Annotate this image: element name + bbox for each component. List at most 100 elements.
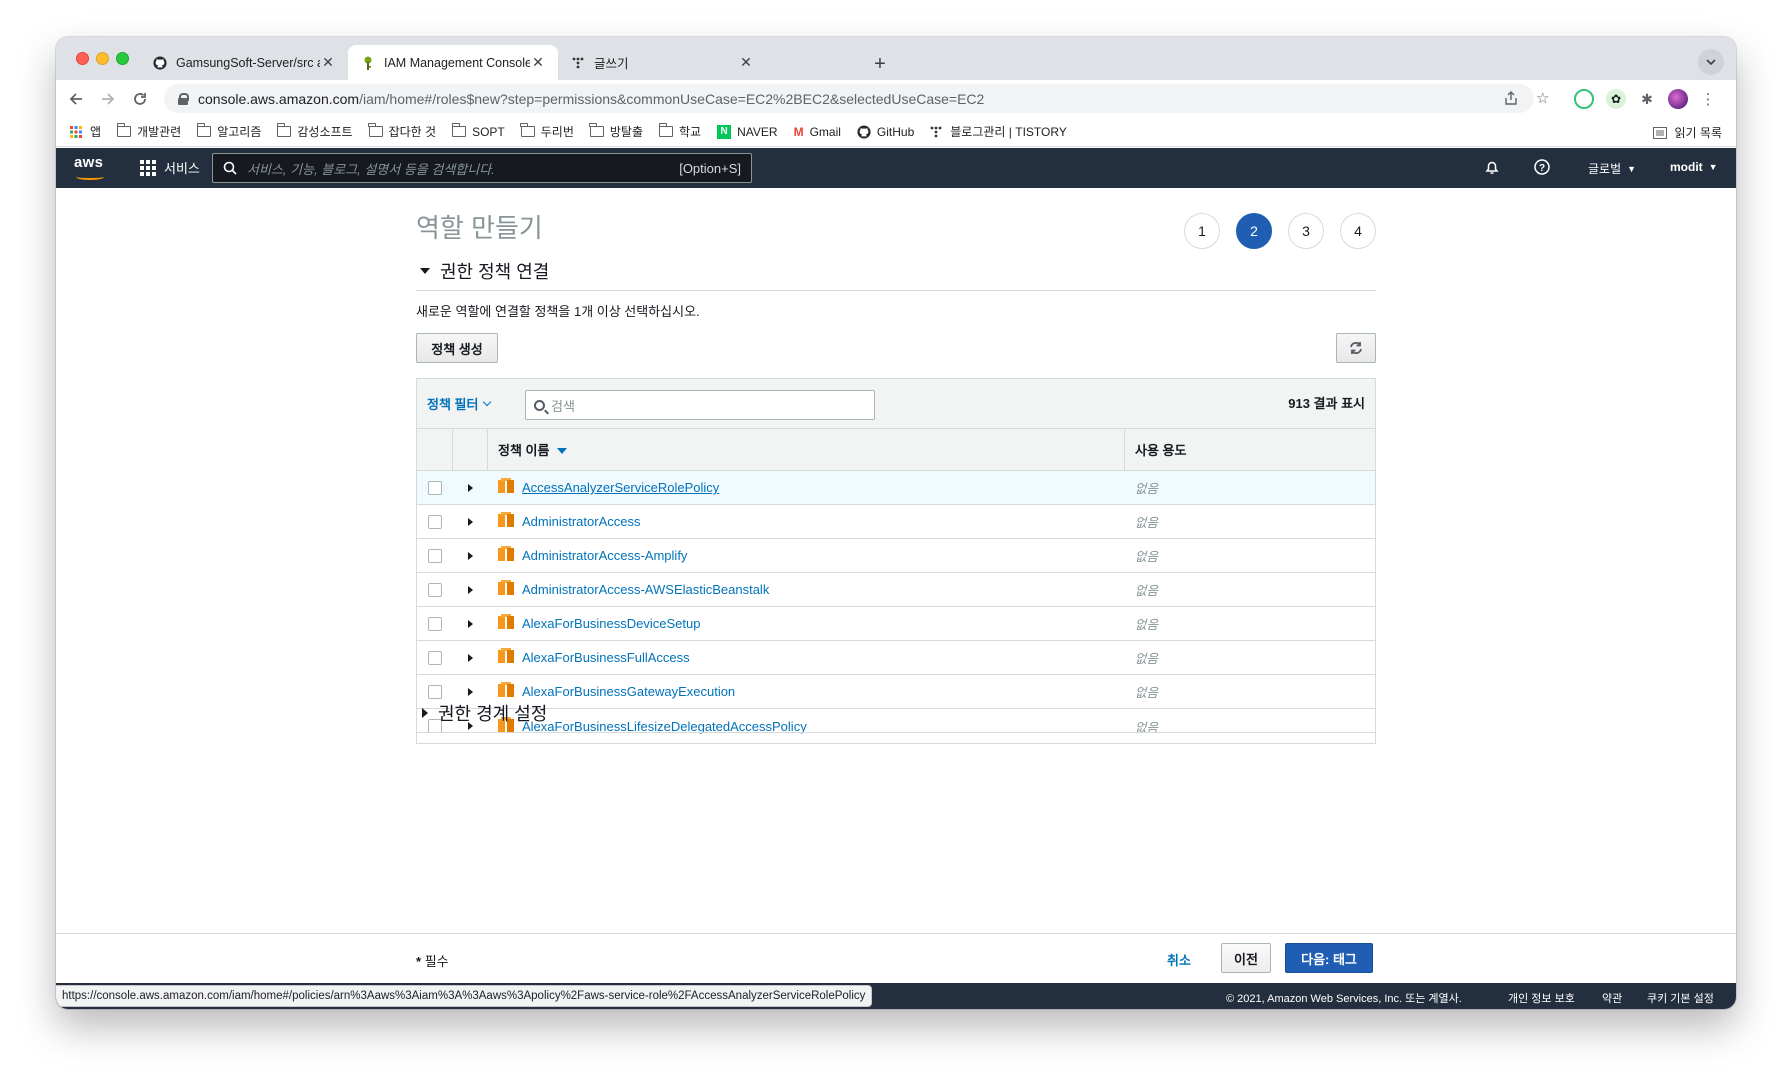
policy-name-link[interactable]: AlexaForBusinessFullAccess [522,650,690,665]
row-checkbox[interactable] [428,514,442,529]
cancel-link[interactable]: 취소 [1167,950,1191,969]
wizard-footer: * 필수 취소 이전 다음: 태그 [56,933,1736,983]
bookmark-tistory[interactable]: 블로그관리 | TISTORY [930,123,1067,140]
help-icon[interactable]: ? [1534,159,1550,175]
reading-list-label: 읽기 목록 [1674,126,1723,140]
bookmark-folder[interactable]: 개발관련 [116,123,181,140]
policy-name-cell: AdministratorAccess-Amplify [488,546,1125,563]
step-1[interactable]: 1 [1184,213,1220,249]
account-menu[interactable]: modit ▼ [1670,160,1718,174]
policy-name-link[interactable]: AccessAnalyzerServiceRolePolicy [522,480,719,495]
next-tags-button[interactable]: 다음: 태그 [1285,943,1373,973]
row-checkbox[interactable] [428,548,442,563]
tab-tistory[interactable]: 글쓰기 ✕ [558,45,766,80]
row-select-cell [417,480,453,495]
reading-list-button[interactable]: 읽기 목록 [1652,124,1723,141]
row-checkbox[interactable] [428,480,442,495]
row-expand-cell[interactable] [453,687,488,696]
bookmark-folder[interactable]: 방탈출 [589,123,643,140]
expand-caret-icon [468,619,473,628]
bookmark-gmail[interactable]: M Gmail [794,125,841,139]
notifications-bell-icon[interactable] [1484,159,1500,175]
row-expand-cell[interactable] [453,619,488,628]
policy-filter-dropdown[interactable]: 정책 필터 [427,394,492,413]
managed-policy-icon [498,614,514,629]
bookmark-label: SOPT [472,124,505,139]
tab-github[interactable]: GamsungSoft-Server/src at ma ✕ [140,45,348,80]
step-3[interactable]: 3 [1288,213,1324,249]
bookmark-folder[interactable]: 잡다한 것 [368,123,436,140]
address-bar[interactable]: console.aws.amazon.com/iam/home#/roles$n… [164,84,1534,113]
more-menu-icon[interactable]: ⋮ [1698,89,1718,109]
close-tab-icon[interactable]: ✕ [320,54,336,71]
managed-policy-icon [498,682,514,697]
grammarly-extension-icon[interactable] [1574,89,1594,109]
bookmark-folder[interactable]: 학교 [658,123,701,140]
row-checkbox[interactable] [428,616,442,631]
back-button[interactable] [62,85,90,113]
close-window-button[interactable] [76,52,89,65]
bookmark-star-icon[interactable]: ☆ [1536,86,1549,110]
terms-link[interactable]: 약관 [1602,990,1622,1006]
status-bar-url: https://console.aws.amazon.com/iam/home#… [56,985,873,1007]
bookmark-github[interactable]: GitHub [857,125,914,139]
section-title: 권한 경계 설정 [438,704,548,724]
bookmark-naver[interactable]: N NAVER [717,124,778,139]
step-4[interactable]: 4 [1340,213,1376,249]
minimize-window-button[interactable] [96,52,109,65]
aws-search-input[interactable]: 서비스, 기능, 블로그, 설명서 등을 검색합니다. [Option+S] [212,153,752,183]
policy-search-input[interactable]: 검색 [525,390,875,420]
zoom-window-button[interactable] [116,52,129,65]
privacy-link[interactable]: 개인 정보 보호 [1508,990,1575,1006]
policy-name-column-header[interactable]: 정책 이름 [488,429,1125,470]
aws-logo[interactable]: aws [74,154,110,182]
bookmark-folder[interactable]: SOPT [451,123,505,139]
forward-button[interactable] [94,85,122,113]
bookmark-label: 앱 [90,125,102,139]
policy-name-link[interactable]: AdministratorAccess-Amplify [522,548,687,563]
refresh-button[interactable] [1336,333,1376,363]
policy-name-link[interactable]: AlexaForBusinessDeviceSetup [522,616,700,631]
section-permissions-boundary-header[interactable]: 권한 경계 설정 [416,700,1376,733]
section-attach-policies-header[interactable]: 권한 정책 연결 [416,258,1376,291]
account-label: modit [1670,160,1703,174]
tistory-icon [930,126,942,137]
new-tab-button[interactable]: + [867,51,893,77]
close-tab-icon[interactable]: ✕ [530,54,546,71]
create-policy-button[interactable]: 정책 생성 [416,333,498,363]
avatar[interactable] [1668,89,1688,109]
row-checkbox[interactable] [428,650,442,665]
reload-button[interactable] [126,85,154,113]
row-expand-cell[interactable] [453,551,488,560]
row-expand-cell[interactable] [453,653,488,662]
row-expand-cell[interactable] [453,517,488,526]
tab-title: IAM Management Console [384,55,530,70]
bookmark-folder[interactable]: 알고리즘 [196,123,261,140]
row-expand-cell[interactable] [453,585,488,594]
extension-icon[interactable]: ✿ [1606,89,1626,109]
github-icon [857,124,871,139]
tab-iam-console[interactable]: IAM Management Console ✕ [348,45,558,80]
previous-button[interactable]: 이전 [1221,943,1271,973]
policy-name-link[interactable]: AdministratorAccess [522,514,640,529]
region-menu[interactable]: 글로벌 ▼ [1588,160,1636,177]
tab-strip: GamsungSoft-Server/src at ma ✕ IAM Manag… [56,37,1736,80]
row-checkbox[interactable] [428,582,442,597]
tab-search-button[interactable] [1698,49,1724,75]
main-content: 역할 만들기 1 2 3 4 권한 정책 연결 새로운 역할에 연결할 정책을 … [56,188,1736,933]
row-checkbox[interactable] [428,684,442,699]
cookie-preferences-link[interactable]: 쿠키 기본 설정 [1647,990,1714,1006]
share-icon[interactable] [1505,86,1517,110]
close-tab-icon[interactable]: ✕ [738,54,754,71]
bookmark-apps[interactable]: 앱 [70,123,101,140]
policy-name-link[interactable]: AdministratorAccess-AWSElasticBeanstalk [522,582,769,597]
row-select-cell [417,582,453,597]
extensions-puzzle-icon[interactable]: ✱ [1637,89,1657,109]
naver-icon: N [717,124,732,139]
policy-usage-cell: 없음 [1135,584,1159,598]
bookmark-folder[interactable]: 두리번 [520,123,574,140]
bookmark-folder[interactable]: 감성소프트 [276,123,353,140]
policy-name-link[interactable]: AlexaForBusinessGatewayExecution [522,684,735,699]
services-menu-button[interactable]: 서비스 [140,158,200,177]
row-expand-cell[interactable] [453,483,488,492]
